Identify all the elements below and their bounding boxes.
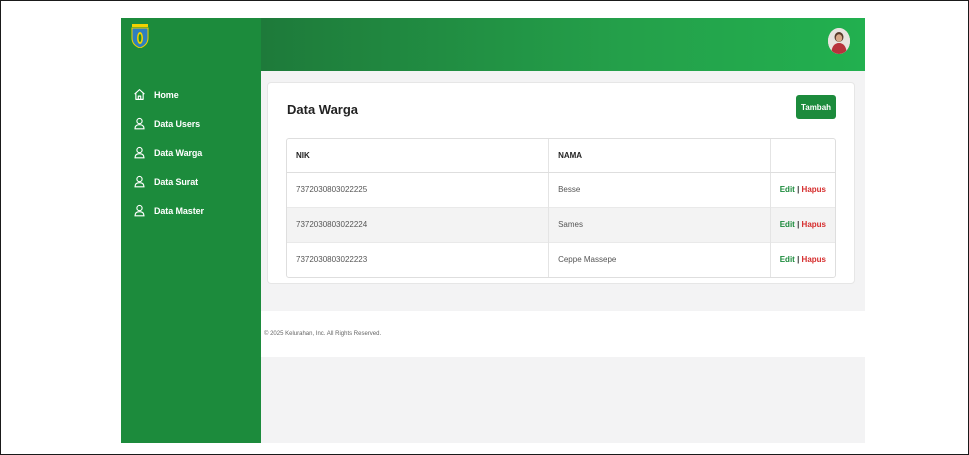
nik-cell: 7372030803022224 <box>287 206 549 242</box>
nama-cell: Ceppe Massepe <box>548 241 771 277</box>
sidebar-nav: Home Data Users Data Warga Data Surat Da… <box>121 80 261 225</box>
nama-cell: Besse <box>548 171 771 207</box>
action-separator: | <box>797 220 800 229</box>
actions-cell: Edit | Hapus <box>769 171 835 207</box>
column-header-nik: NIK <box>287 139 549 173</box>
data-warga-card: Data Warga Tambah NIK NAMA 7372030803022… <box>267 82 855 284</box>
delete-link[interactable]: Hapus <box>802 220 826 229</box>
app-window: Home Data Users Data Warga Data Surat Da… <box>121 18 865 443</box>
action-separator: | <box>797 185 800 194</box>
sidebar-item-home[interactable]: Home <box>121 80 261 109</box>
logo-icon <box>131 24 149 48</box>
sidebar-item-label: Data Warga <box>154 147 203 158</box>
nik-cell: 7372030803022223 <box>287 241 549 277</box>
home-icon <box>134 89 145 100</box>
table-row: 7372030803022224 Sames Edit | Hapus <box>287 206 835 242</box>
actions-cell: Edit | Hapus <box>769 241 835 277</box>
avatar[interactable] <box>828 28 850 54</box>
table-row: 7372030803022223 Ceppe Massepe Edit | Ha… <box>287 241 835 277</box>
user-icon <box>134 117 145 130</box>
delete-link[interactable]: Hapus <box>802 255 826 264</box>
screenshot-frame: Home Data Users Data Warga Data Surat Da… <box>0 0 969 455</box>
action-separator: | <box>797 255 800 265</box>
sidebar: Home Data Users Data Warga Data Surat Da… <box>121 18 261 443</box>
table-header-row: NIK NAMA <box>287 139 835 173</box>
add-button[interactable]: Tambah <box>796 95 836 119</box>
sidebar-item-data-warga[interactable]: Data Warga <box>121 138 261 167</box>
footer: © 2025 Kelurahan, Inc. All Rights Reserv… <box>261 311 865 357</box>
avatar-icon <box>828 28 850 54</box>
sidebar-item-label: Data Surat <box>154 176 199 187</box>
user-icon <box>134 146 145 159</box>
sidebar-item-label: Data Master <box>154 205 204 216</box>
page-title: Data Warga <box>287 102 359 117</box>
nik-cell: 7372030803022225 <box>287 171 549 207</box>
copyright-text: © 2025 Kelurahan, Inc. All Rights Reserv… <box>264 331 382 337</box>
sidebar-item-data-users[interactable]: Data Users <box>121 109 261 138</box>
table-row: 7372030803022225 Besse Edit | Hapus <box>287 171 835 207</box>
sidebar-item-data-master[interactable]: Data Master <box>121 196 261 225</box>
sidebar-item-data-surat[interactable]: Data Surat <box>121 167 261 196</box>
actions-cell: Edit | Hapus <box>769 206 835 242</box>
nama-cell: Sames <box>548 206 771 242</box>
sidebar-item-label: Data Users <box>154 118 201 129</box>
user-icon <box>134 175 145 188</box>
column-header-nama: NAMA <box>548 139 771 173</box>
user-icon <box>134 204 145 217</box>
warga-table: NIK NAMA 7372030803022225 Besse Edit | H… <box>286 138 836 278</box>
sidebar-item-label: Home <box>154 89 179 100</box>
delete-link[interactable]: Hapus <box>802 185 826 194</box>
column-header-actions <box>769 139 835 173</box>
edit-link[interactable]: Edit <box>780 255 795 264</box>
edit-link[interactable]: Edit <box>780 185 795 194</box>
edit-link[interactable]: Edit <box>780 220 795 229</box>
top-header <box>261 18 865 71</box>
